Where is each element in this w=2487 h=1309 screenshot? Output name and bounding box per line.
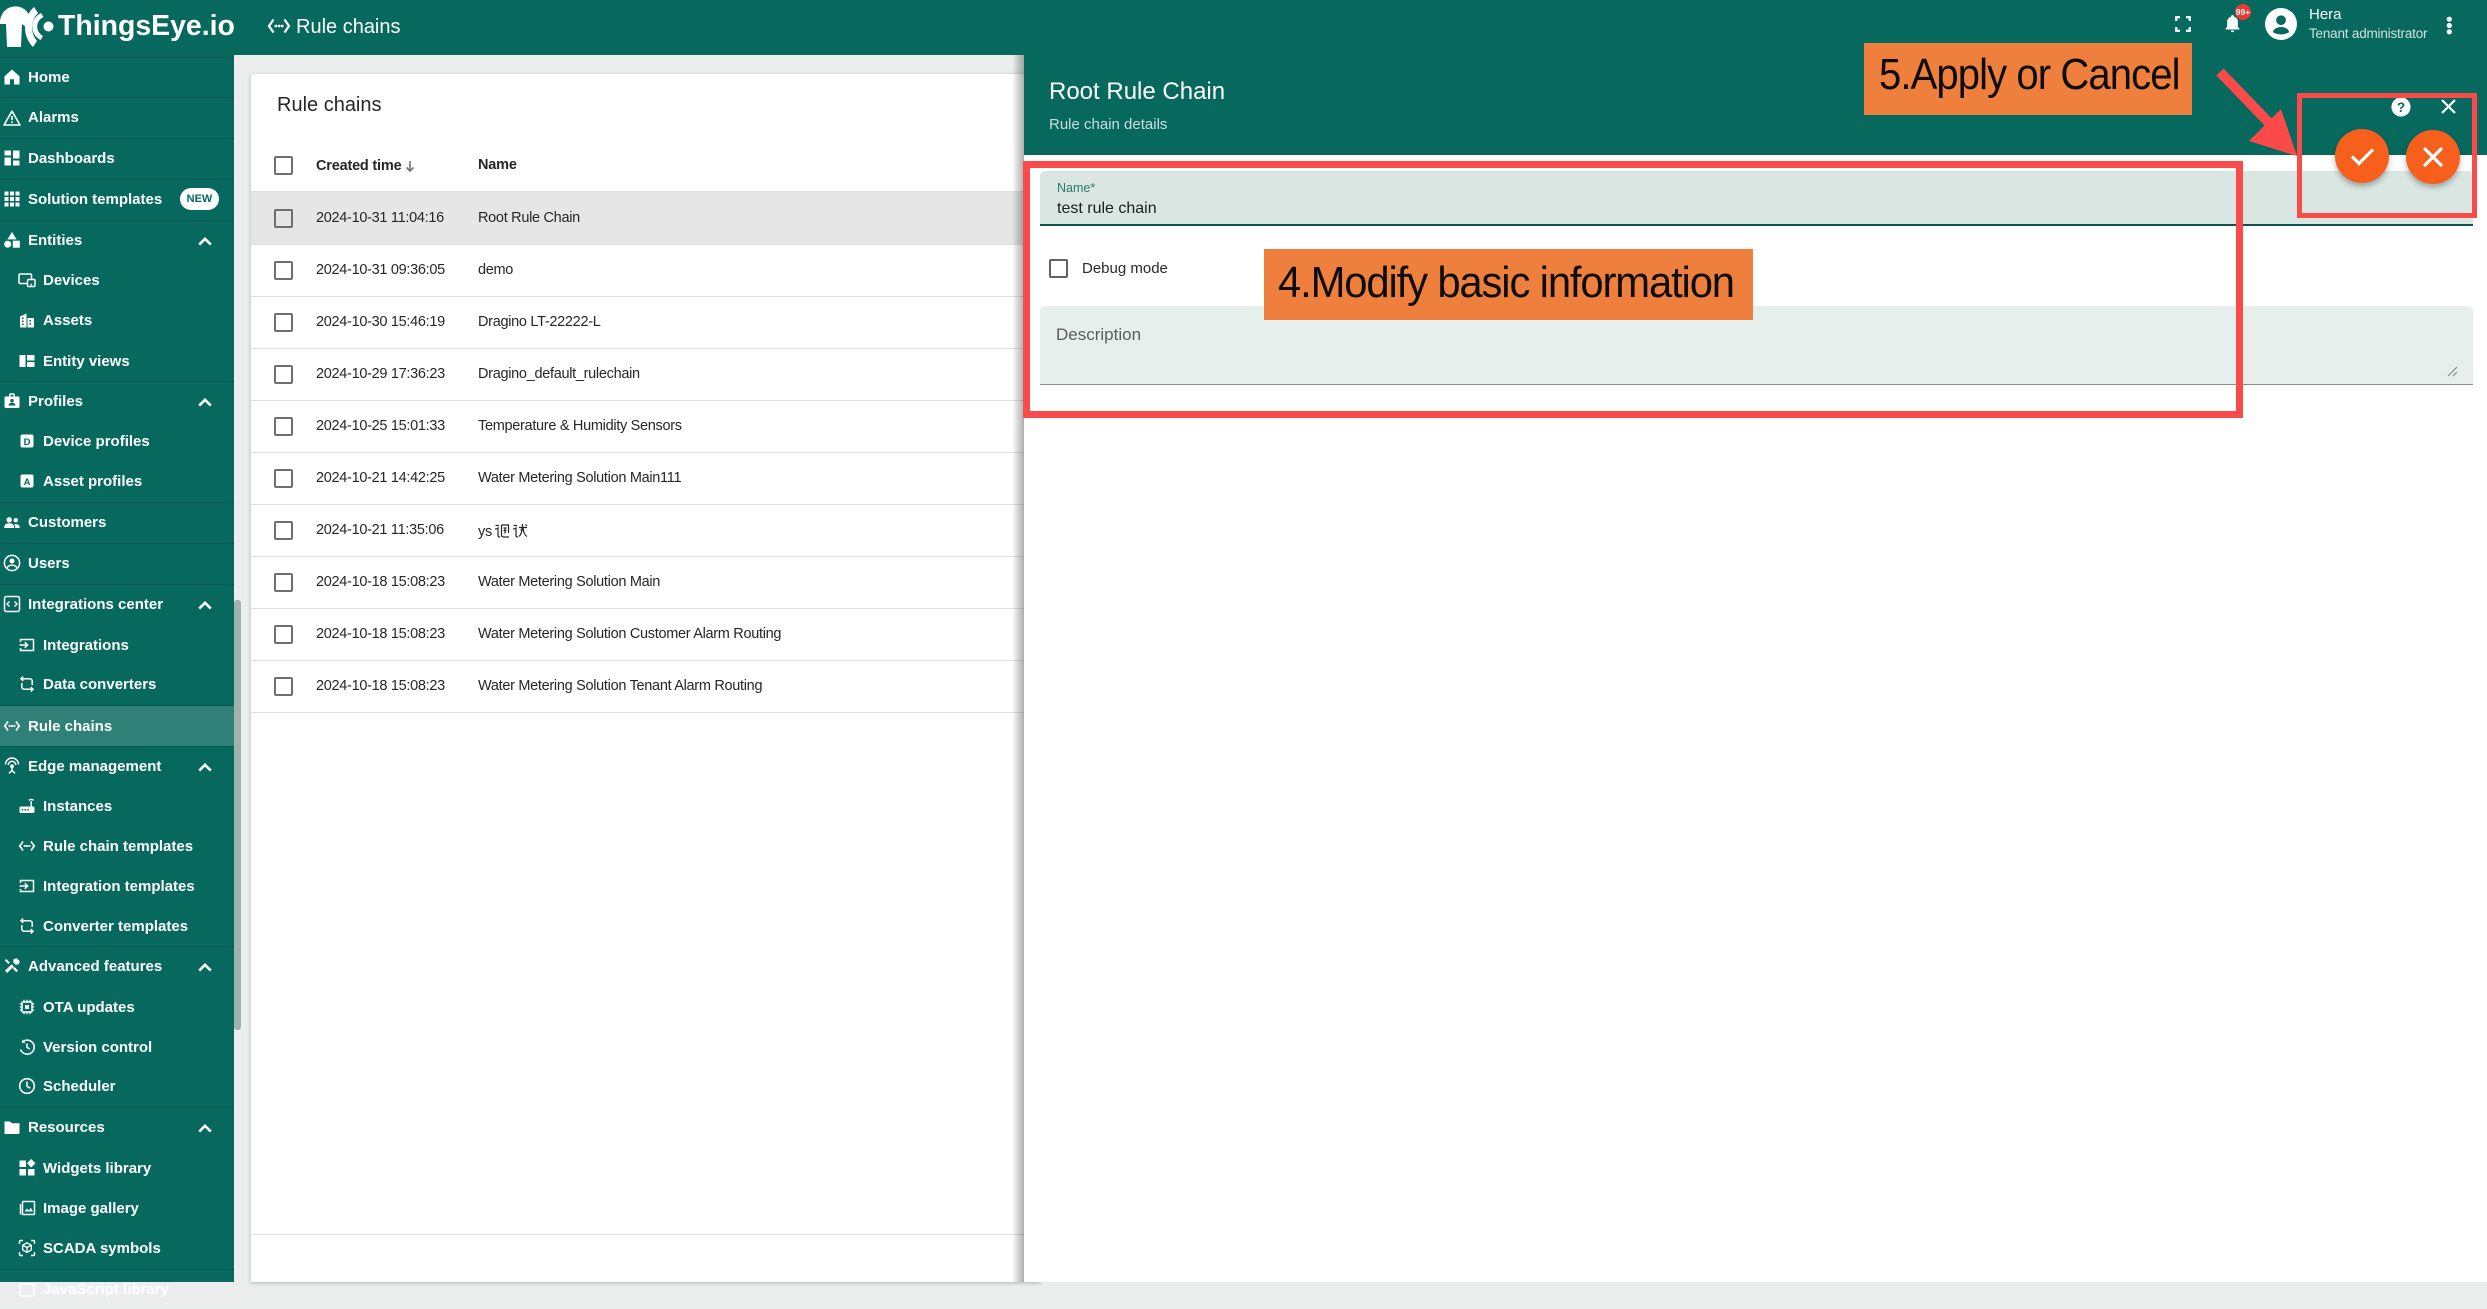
svg-text:A: A bbox=[24, 477, 31, 488]
svg-text:D: D bbox=[24, 437, 31, 448]
